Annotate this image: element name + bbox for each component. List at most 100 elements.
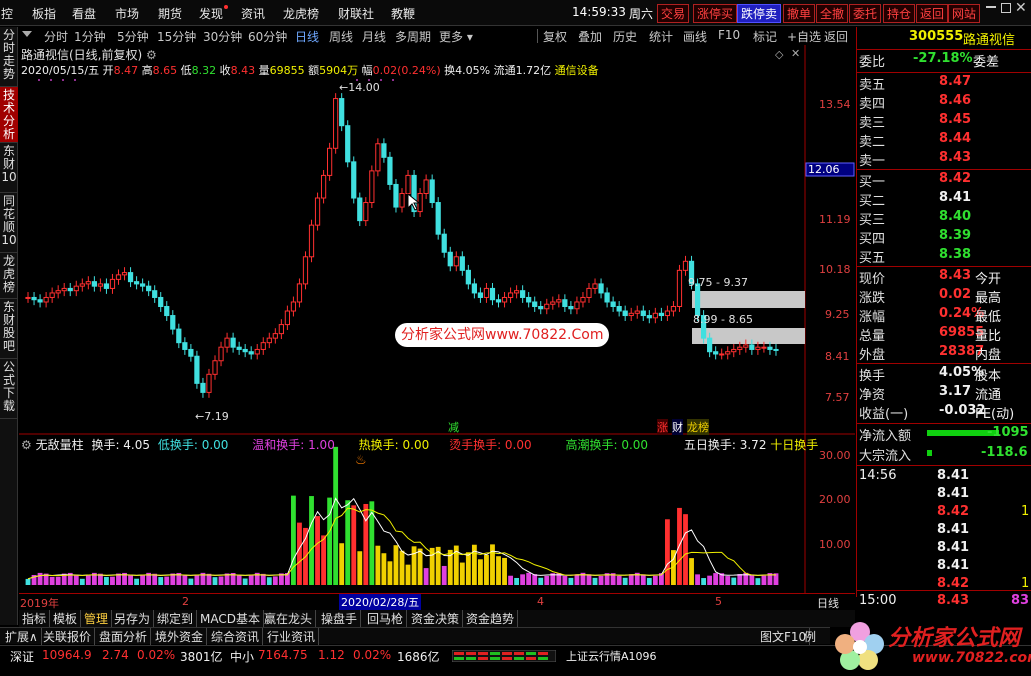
- menu-item-watch[interactable]: 看盘: [72, 5, 96, 22]
- period-5min[interactable]: 5分钟: [117, 28, 149, 45]
- maximize-icon[interactable]: [1001, 3, 1011, 13]
- menu-item-discover[interactable]: 发现: [199, 5, 229, 22]
- stat-2-label: 涨幅: [859, 310, 886, 325]
- period-weekly[interactable]: 周线: [329, 28, 353, 45]
- minimize-icon[interactable]: [986, 6, 996, 8]
- indicator-settings-icon[interactable]: ⚙: [21, 438, 32, 452]
- period-daily[interactable]: 日线: [295, 28, 319, 45]
- tool-add-watchlist[interactable]: +自选: [787, 28, 821, 45]
- period-15min[interactable]: 15分钟: [157, 28, 196, 45]
- btab-template[interactable]: 模板: [50, 610, 82, 627]
- volume-bar: [333, 446, 339, 585]
- tool-stats[interactable]: 统计: [649, 28, 673, 45]
- flow1-row: 净流入额 -1095: [857, 425, 1031, 445]
- btab-general-news[interactable]: 综合资讯: [208, 628, 264, 645]
- menu-item-teaching[interactable]: 教鞭: [391, 5, 415, 22]
- tool-draw[interactable]: 画线: [683, 28, 707, 45]
- tab-intraday[interactable]: 分时走势: [0, 27, 18, 87]
- tool-history[interactable]: 历史: [613, 28, 637, 45]
- volume-svg[interactable]: [19, 435, 855, 593]
- btab-win-leader[interactable]: 赢在龙头: [261, 610, 317, 627]
- tab-dragon-tiger[interactable]: 龙虎榜: [0, 253, 18, 299]
- close-chart-icon[interactable]: ✕: [791, 47, 800, 60]
- entrust-button[interactable]: 委托: [849, 4, 882, 23]
- menu-item-board-index[interactable]: 板指: [32, 5, 56, 22]
- dropdown-icon[interactable]: [22, 31, 32, 37]
- btab-trader[interactable]: 操盘手: [318, 610, 362, 627]
- tab-guba[interactable]: 东财股吧: [0, 299, 18, 359]
- cancel-all-button[interactable]: 全撤: [816, 4, 849, 23]
- btab-manage[interactable]: 管理: [81, 610, 113, 627]
- discover-label: 发现: [199, 7, 224, 21]
- volume-bar: [478, 559, 483, 585]
- tick-price: 8.42: [937, 504, 970, 519]
- cancel-order-button[interactable]: 撤单: [783, 4, 816, 23]
- tool-adjust[interactable]: 复权: [543, 28, 567, 45]
- btab-related-quote[interactable]: 关联报价: [40, 628, 96, 645]
- tab-tonghuashun[interactable]: 同花顺10: [0, 193, 18, 253]
- position-button[interactable]: 持仓: [883, 4, 916, 23]
- btab-bind[interactable]: 绑定到: [154, 610, 198, 627]
- menu-item-cls[interactable]: 财联社: [338, 5, 374, 22]
- website-button[interactable]: 网站: [948, 4, 981, 23]
- period-intraday[interactable]: 分时: [44, 28, 68, 45]
- buy-level-4-value: 8.39: [939, 228, 972, 243]
- period-60min[interactable]: 60分钟: [248, 28, 287, 45]
- info-vol: 69855: [269, 64, 305, 77]
- btab-saveas[interactable]: 另存为: [111, 610, 155, 627]
- tool-back[interactable]: 返回: [824, 28, 848, 45]
- period-multi[interactable]: 多周期: [395, 28, 431, 45]
- candle-body: [103, 283, 110, 289]
- info-open-label: 开: [102, 64, 114, 77]
- candle-body: [507, 292, 514, 298]
- tool-f10[interactable]: F10: [718, 28, 740, 42]
- tab-eastmoney[interactable]: 东财10: [0, 143, 18, 193]
- close-icon[interactable]: ✕: [1015, 0, 1027, 16]
- candle-body: [713, 351, 719, 355]
- stat-3-extra: 量比: [975, 329, 1002, 344]
- candle-body: [556, 299, 562, 303]
- low-value: 7.19: [204, 410, 229, 423]
- volume-bar: [405, 564, 411, 585]
- kline-svg[interactable]: [19, 45, 855, 435]
- btab-industry-news[interactable]: 行业资讯: [264, 628, 320, 645]
- btab-fund-trend[interactable]: 资金趋势: [463, 610, 519, 627]
- tool-mark[interactable]: 标记: [753, 28, 777, 45]
- btab-market-analysis[interactable]: 盘面分析: [96, 628, 152, 645]
- btab-foreign-fund[interactable]: 境外资金: [152, 628, 208, 645]
- menu-item-market[interactable]: 市场: [115, 5, 139, 22]
- stat2-1-value: 3.17: [939, 384, 972, 399]
- tab-technical[interactable]: 技术分析: [0, 87, 18, 143]
- btab-indicator[interactable]: 指标: [19, 610, 51, 627]
- volume-bar: [586, 574, 592, 585]
- menu-item-futures[interactable]: 期货: [158, 5, 182, 22]
- sell-level-5-value: 8.47: [939, 74, 972, 89]
- volume-bar: [212, 577, 218, 585]
- btab-fund-decision[interactable]: 资金决策: [408, 610, 464, 627]
- menu-item-dragon-tiger[interactable]: 龙虎榜: [283, 5, 319, 22]
- btab-macd[interactable]: MACD基本: [197, 610, 264, 627]
- period-30min[interactable]: 30分钟: [203, 28, 242, 45]
- price-tick-7: 7.57: [825, 391, 850, 404]
- volume-bar: [37, 572, 43, 585]
- back-button[interactable]: 返回: [916, 4, 949, 23]
- candle-body: [737, 346, 743, 350]
- menu-item-news[interactable]: 资讯: [241, 5, 265, 22]
- btab-huimaqiang[interactable]: 回马枪: [364, 610, 408, 627]
- period-monthly[interactable]: 月线: [362, 28, 386, 45]
- btab-expand[interactable]: 扩展∧: [2, 628, 42, 645]
- candle-body: [773, 348, 779, 351]
- volume-indicator-chart[interactable]: ⚙ 无敌量柱 换手: 4.05 低换手: 0.00 温和换手: 1.00 热换手…: [19, 435, 855, 593]
- limit-up-buy-button[interactable]: 涨停买: [693, 4, 738, 23]
- trade-button[interactable]: 交易: [657, 4, 690, 23]
- settings-icon[interactable]: ⚙: [146, 48, 157, 62]
- tab-formula-download[interactable]: 公式下载: [0, 359, 18, 419]
- tool-overlay[interactable]: 叠加: [578, 28, 602, 45]
- volume-bar: [737, 574, 743, 585]
- period-more[interactable]: 更多 ▾: [439, 28, 473, 45]
- period-1min[interactable]: 1分钟: [74, 28, 106, 45]
- diamond-icon[interactable]: ◇: [775, 48, 783, 61]
- kline-chart[interactable]: 路通视信(日线,前复权) ⚙ 2020/05/15/五 开8.47 高8.65 …: [19, 45, 855, 435]
- limit-down-sell-button[interactable]: 跌停卖: [737, 4, 782, 23]
- menu-item-control[interactable]: 控: [1, 5, 13, 22]
